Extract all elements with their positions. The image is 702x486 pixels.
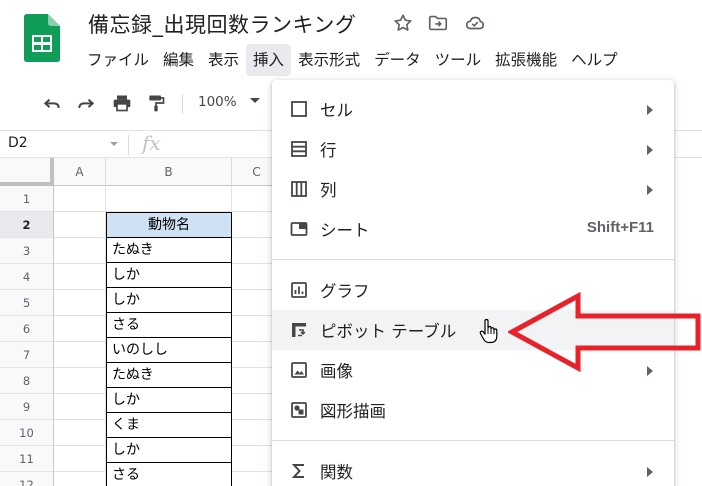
- menu-edit[interactable]: 編集: [156, 44, 201, 76]
- sheet-icon: [290, 222, 308, 236]
- menu-help[interactable]: ヘルプ: [564, 44, 625, 76]
- cell-a10[interactable]: [54, 420, 106, 446]
- menu-bar: ファイル 編集 表示 挿入 表示形式 データ ツール 拡張機能 ヘルプ: [80, 44, 625, 76]
- formula-bar-separator: [128, 135, 129, 155]
- cloud-saved-icon[interactable]: [464, 12, 486, 34]
- cell-b9[interactable]: しか: [106, 387, 232, 413]
- cell-b8[interactable]: たぬき: [106, 362, 232, 388]
- sheets-logo[interactable]: [24, 14, 60, 62]
- cell-b5[interactable]: しか: [106, 287, 232, 313]
- menu-insert[interactable]: 挿入: [246, 44, 292, 76]
- insert-menu-rows[interactable]: 行: [272, 129, 674, 169]
- insert-menu-sheet-label: シート: [320, 221, 370, 240]
- insert-menu-rows-label: 行: [320, 141, 337, 160]
- cell-a8[interactable]: [54, 368, 106, 394]
- submenu-arrow-icon: [647, 145, 653, 155]
- pivot-table-icon: [292, 323, 306, 337]
- row-header-1[interactable]: 1: [0, 186, 54, 212]
- select-all-corner[interactable]: [0, 158, 54, 186]
- insert-menu-sheet[interactable]: シート Shift+F11: [272, 209, 674, 249]
- cell-b6[interactable]: さる: [106, 312, 232, 338]
- insert-menu-function[interactable]: 関数: [272, 451, 674, 486]
- row-header-5[interactable]: 5: [0, 290, 54, 316]
- insert-menu-function-label: 関数: [320, 463, 353, 482]
- menu-format[interactable]: 表示形式: [291, 44, 367, 76]
- row-header-6[interactable]: 6: [0, 316, 54, 342]
- cell-a11[interactable]: [54, 446, 106, 472]
- chart-icon: [291, 282, 307, 298]
- cell-a12[interactable]: [54, 472, 106, 486]
- cell-a3[interactable]: [54, 238, 106, 264]
- row-header-3[interactable]: 3: [0, 238, 54, 264]
- cell-a5[interactable]: [54, 290, 106, 316]
- cell-b1[interactable]: [106, 186, 232, 212]
- insert-menu-image-label: 画像: [320, 362, 353, 381]
- insert-menu-drawing-label: 図形描画: [320, 402, 386, 421]
- cell-a6[interactable]: [54, 316, 106, 342]
- insert-menu-drawing[interactable]: 図形描画: [272, 390, 674, 430]
- rows-icon: [291, 141, 307, 157]
- fx-icon: fx: [142, 131, 161, 155]
- insert-menu-cells-label: セル: [320, 101, 353, 120]
- cell-b3[interactable]: たぬき: [106, 237, 232, 263]
- menu-tools[interactable]: ツール: [428, 44, 489, 76]
- cell-icon: [291, 101, 307, 117]
- star-icon[interactable]: [392, 12, 414, 34]
- submenu-arrow-icon: [647, 105, 653, 115]
- zoom-select[interactable]: 100%: [198, 94, 237, 110]
- drawing-icon: [291, 402, 307, 418]
- insert-menu-pivot-table-label: ピボット テーブル: [320, 322, 457, 341]
- cell-a1[interactable]: [54, 186, 106, 212]
- insert-sheet-shortcut: Shift+F11: [586, 219, 654, 236]
- columns-icon: [291, 181, 307, 197]
- row-header-2[interactable]: 2: [0, 212, 54, 238]
- insert-menu-chart-label: グラフ: [320, 282, 370, 301]
- submenu-arrow-icon: [647, 185, 653, 195]
- cell-b11[interactable]: しか: [106, 437, 232, 463]
- column-header-a[interactable]: A: [54, 158, 106, 186]
- print-icon[interactable]: [112, 93, 132, 113]
- menu-divider: [272, 259, 674, 260]
- annotation-arrow-icon: [508, 292, 701, 372]
- toolbar-separator: [182, 94, 183, 114]
- cell-a7[interactable]: [54, 342, 106, 368]
- paint-format-icon[interactable]: [146, 93, 166, 113]
- insert-menu-columns-label: 列: [320, 181, 337, 200]
- row-header-7[interactable]: 7: [0, 342, 54, 368]
- menu-file[interactable]: ファイル: [80, 44, 156, 76]
- insert-menu-cells[interactable]: セル: [272, 89, 674, 129]
- cell-a2[interactable]: [54, 212, 106, 238]
- insert-menu-dropdown: セル 行 列 シート Shift+F11 グラフ ピボット テーブル 画像 図形…: [272, 80, 674, 486]
- submenu-arrow-icon: [647, 467, 653, 477]
- redo-icon[interactable]: [76, 93, 96, 113]
- column-header-b[interactable]: B: [106, 158, 232, 186]
- cell-b12[interactable]: さる: [106, 462, 232, 486]
- cell-b10[interactable]: くま: [106, 412, 232, 438]
- cell-b4[interactable]: しか: [106, 262, 232, 288]
- cell-a9[interactable]: [54, 394, 106, 420]
- row-header-4[interactable]: 4: [0, 264, 54, 290]
- name-box[interactable]: D2: [8, 135, 28, 151]
- sigma-icon: [291, 464, 304, 478]
- cell-b2-header[interactable]: 動物名: [106, 212, 232, 238]
- menu-divider: [272, 440, 674, 441]
- row-header-12[interactable]: 12: [0, 472, 54, 486]
- row-header-9[interactable]: 9: [0, 394, 54, 420]
- name-box-dropdown-icon[interactable]: [110, 142, 118, 146]
- move-to-folder-icon[interactable]: [427, 12, 449, 34]
- row-header-11[interactable]: 11: [0, 446, 54, 472]
- cell-b7[interactable]: いのしし: [106, 337, 232, 363]
- image-icon: [291, 362, 307, 378]
- row-header-10[interactable]: 10: [0, 420, 54, 446]
- menu-view[interactable]: 表示: [201, 44, 246, 76]
- document-title[interactable]: 備忘録_出現回数ランキング: [88, 9, 356, 39]
- hand-pointer-cursor-icon: [479, 318, 498, 344]
- cell-a4[interactable]: [54, 264, 106, 290]
- insert-menu-columns[interactable]: 列: [272, 169, 674, 209]
- undo-icon[interactable]: [42, 93, 62, 113]
- zoom-dropdown-icon[interactable]: [250, 98, 260, 103]
- menu-extensions[interactable]: 拡張機能: [488, 44, 564, 76]
- row-header-8[interactable]: 8: [0, 368, 54, 394]
- menu-data[interactable]: データ: [367, 44, 428, 76]
